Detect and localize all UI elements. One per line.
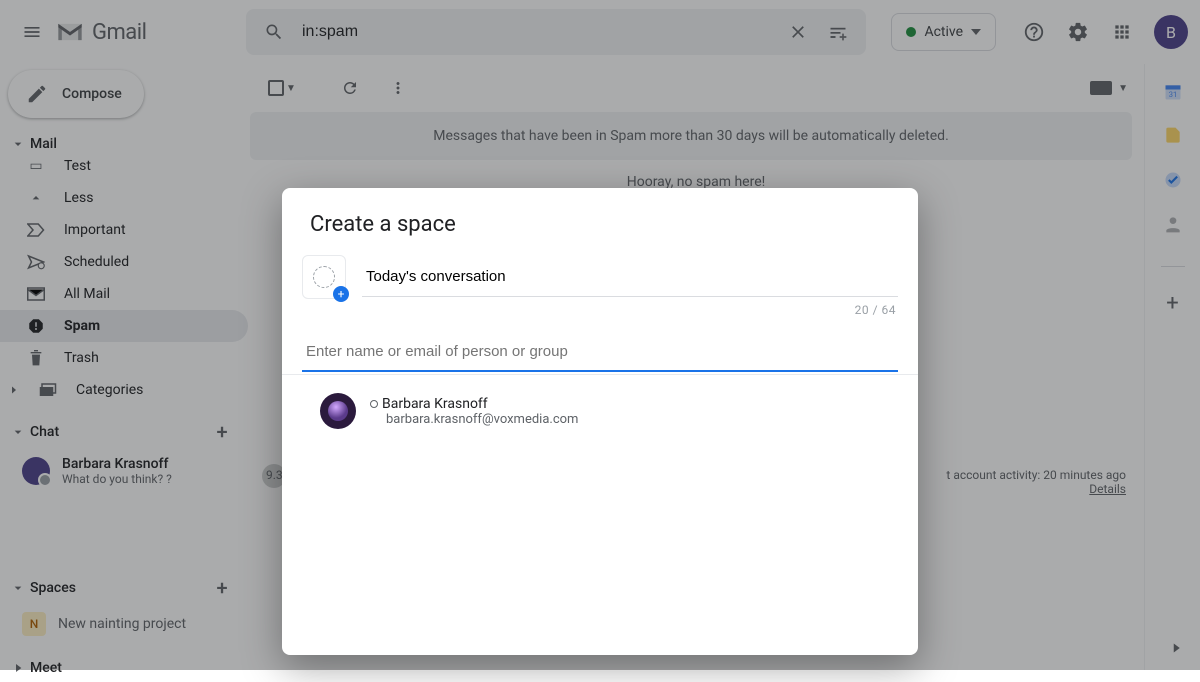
- dialog-title: Create a space: [282, 212, 918, 255]
- suggestion-list: Barbara Krasnoff barbara.krasnoff@voxmed…: [282, 374, 918, 447]
- suggestion-name: Barbara Krasnoff: [382, 396, 488, 412]
- people-search-input[interactable]: [302, 333, 898, 372]
- presence-icon: [370, 400, 378, 408]
- emoji-placeholder-icon: [313, 266, 335, 288]
- modal-scrim[interactable]: Create a space + 20 / 64 Barbara Krasnof…: [0, 0, 1200, 670]
- create-space-dialog: Create a space + 20 / 64 Barbara Krasnof…: [282, 188, 918, 655]
- space-name-input[interactable]: [362, 257, 898, 297]
- add-emoji-icon: +: [333, 286, 349, 302]
- char-counter: 20 / 64: [282, 299, 918, 327]
- person-suggestion[interactable]: Barbara Krasnoff barbara.krasnoff@voxmed…: [282, 385, 918, 437]
- suggestion-email: barbara.krasnoff@voxmedia.com: [370, 412, 578, 427]
- suggestion-avatar-icon: [320, 393, 356, 429]
- emoji-picker-button[interactable]: +: [302, 255, 346, 299]
